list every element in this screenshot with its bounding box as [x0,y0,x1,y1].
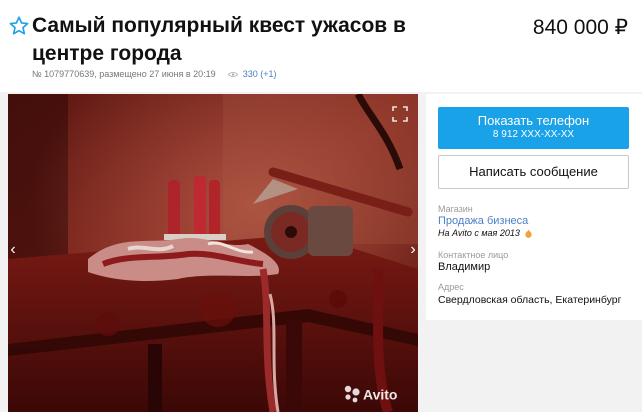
seller-since: На Avito с мая 2013 [438,228,533,238]
address-value: Свердловская область, Екатеринбург [438,294,622,306]
write-message-button[interactable]: Написать сообщение [438,155,629,189]
contact-sidebar: Показать телефон 8 912 XXX-XX-XX Написат… [426,94,642,320]
listing-number: № 1079770639, размещено 27 июня в 20:19 [32,69,216,79]
seller-since-text: На Avito с мая 2013 [438,228,520,238]
listing-title: Самый популярный квест ужасов в центре г… [32,14,406,65]
prev-photo-arrow-icon[interactable]: ‹ [8,240,20,260]
shop-name-link[interactable]: Продажа бизнеса [438,215,528,227]
contact-person-label: Контактное лицо [438,250,509,260]
next-photo-arrow-icon[interactable]: › [406,240,418,260]
address-label: Адрес [438,282,464,292]
listing-photo [8,94,418,412]
avito-watermark-text: Avito [363,387,397,403]
fullscreen-icon[interactable] [392,106,408,122]
listing-meta: № 1079770639, размещено 27 июня в 20:19 … [32,69,276,79]
photo-gallery[interactable]: ‹ › Avito [8,94,418,412]
avito-watermark: Avito [342,384,408,404]
listing-price: 840 000 ₽ [532,16,628,39]
favorite-star-icon[interactable] [8,15,30,37]
eye-icon [228,72,239,77]
flame-badge-icon [525,229,533,238]
contact-person-name: Владимир [438,261,491,273]
show-phone-label: Показать телефон [477,113,590,128]
views-count[interactable]: 330 (+1) [243,69,277,79]
listing-header: Самый популярный квест ужасов в центре г… [0,0,642,92]
avito-watermark-logo: Avito [344,385,397,403]
phone-masked: 8 912 XXX-XX-XX [492,129,575,140]
shop-label: Магазин [438,204,473,214]
show-phone-button[interactable]: Показать телефон 8 912 XXX-XX-XX [438,107,629,149]
